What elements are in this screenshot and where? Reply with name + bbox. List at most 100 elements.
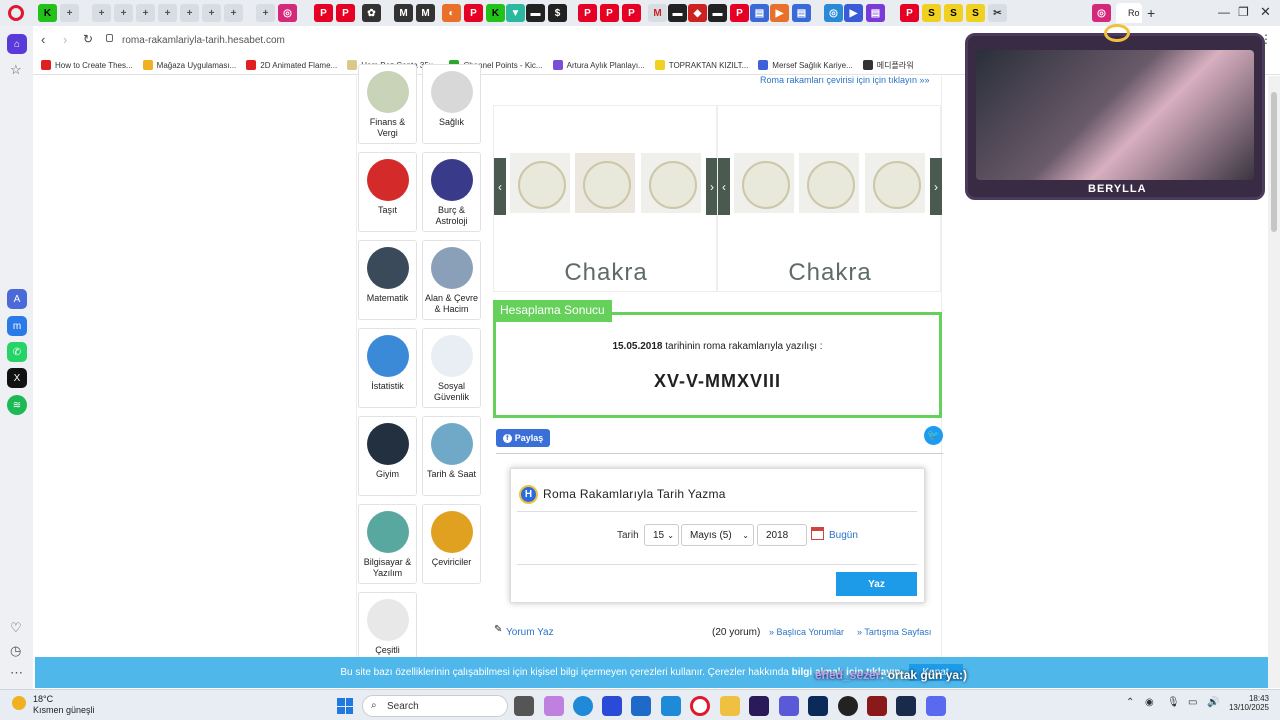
monitor-icon[interactable] <box>661 696 681 716</box>
tab-generic[interactable]: ✂ <box>988 4 1007 22</box>
ad-banner[interactable]: ‹ › Chakra <box>717 105 942 292</box>
tab-generic[interactable]: S <box>966 4 985 22</box>
tab-generic[interactable]: + <box>136 4 155 22</box>
tab-generic[interactable]: ▶ <box>844 4 863 22</box>
tab-generic[interactable]: ▤ <box>750 4 769 22</box>
minimize-button[interactable]: — <box>1218 5 1230 19</box>
bookmark-item[interactable]: 메디플라워 <box>862 60 914 71</box>
bookmark-item[interactable]: How to Create Thes... <box>41 60 133 70</box>
tray-chevron-icon[interactable]: ⌃ <box>1126 697 1134 708</box>
forward-button[interactable]: › <box>63 32 67 47</box>
tab-generic[interactable]: ▶ <box>770 4 789 22</box>
category-tile[interactable]: Bilgisayar & Yazılım <box>358 504 417 584</box>
day-select[interactable]: 15 ⌄ <box>644 524 679 546</box>
tab-generic[interactable]: + <box>202 4 221 22</box>
bookmark-item[interactable]: 2D Animated Flame... <box>246 60 337 70</box>
more-icon[interactable]: ⋯ <box>10 665 23 681</box>
obs-icon[interactable] <box>838 696 858 716</box>
bookmark-item[interactable]: Artura Aylık Planlayı... <box>552 60 645 70</box>
store-icon[interactable] <box>602 696 622 716</box>
tab-generic[interactable]: + <box>256 4 275 22</box>
category-tile[interactable]: Burç & Astroloji <box>422 152 481 232</box>
tab-generic[interactable]: ▤ <box>792 4 811 22</box>
tab-generic[interactable]: M <box>394 4 413 22</box>
discord-icon[interactable] <box>926 696 946 716</box>
tab-generic[interactable]: ▤ <box>866 4 885 22</box>
tab-generic[interactable]: ◎ <box>824 4 843 22</box>
tab-generic[interactable]: M <box>416 4 435 22</box>
tab-generic[interactable]: ◐ <box>442 4 461 22</box>
heart-icon[interactable]: ♡ <box>10 620 22 636</box>
home-icon[interactable]: ⌂ <box>7 34 27 54</box>
tab-kick[interactable]: K <box>38 4 57 22</box>
steam-icon[interactable] <box>896 696 916 716</box>
tab-pinterest[interactable]: P <box>336 4 355 22</box>
volume-icon[interactable]: 🔊 <box>1207 697 1219 708</box>
messenger-icon[interactable]: m <box>7 316 27 336</box>
star-icon[interactable]: ☆ <box>10 62 22 78</box>
tab-generic[interactable]: + <box>114 4 133 22</box>
top-comments-link[interactable]: » Başlıca Yorumlar <box>769 627 844 637</box>
new-tab-button[interactable]: + <box>1147 5 1155 21</box>
category-tile[interactable]: Sosyal Güvenlik <box>422 328 481 408</box>
tab-generic[interactable]: S <box>944 4 963 22</box>
tab-kick[interactable]: K <box>486 4 505 22</box>
app-icon[interactable]: A <box>7 289 27 309</box>
after-effects-icon[interactable] <box>749 696 769 716</box>
tab-generic[interactable]: ▬ <box>708 4 727 22</box>
tab-generic[interactable]: ▬ <box>668 4 687 22</box>
roman-converter-link[interactable]: Roma rakamları çevirisi için için tıklay… <box>760 75 950 85</box>
tab-generic[interactable]: P <box>464 4 483 22</box>
tab-generic[interactable]: $ <box>548 4 567 22</box>
file-explorer-icon[interactable] <box>720 696 740 716</box>
microphone-icon[interactable]: 🎙 <box>1167 697 1180 708</box>
history-icon[interactable]: ◷ <box>10 643 21 659</box>
tab-generic[interactable]: ▬ <box>526 4 545 22</box>
year-input[interactable]: 2018 <box>757 524 807 546</box>
tab-generic[interactable]: S <box>922 4 941 22</box>
reload-button[interactable]: ↻ <box>83 32 93 46</box>
today-link[interactable]: Bugün <box>829 530 858 541</box>
facebook-share-button[interactable]: f Paylaş <box>496 429 550 447</box>
tab-pinterest[interactable]: P <box>600 4 619 22</box>
tab-generic[interactable]: ✿ <box>362 4 381 22</box>
month-select[interactable]: Mayıs (5) ⌄ <box>681 524 754 546</box>
maximize-button[interactable]: ❐ <box>1238 5 1249 19</box>
calendar-icon[interactable] <box>811 527 824 540</box>
category-tile[interactable]: Sağlık <box>422 64 481 144</box>
tab-pinterest[interactable]: P <box>622 4 641 22</box>
tab-generic[interactable]: M <box>648 4 667 22</box>
category-tile[interactable]: İstatistik <box>358 328 417 408</box>
address-bar[interactable]: roma-rakamlariyla-tarih.hesabet.com <box>104 30 964 50</box>
bookmark-item[interactable]: TOPRAKTAN KIZILT... <box>654 60 748 70</box>
ad-banner[interactable]: ‹ › Chakra <box>493 105 718 292</box>
teams-icon[interactable] <box>779 696 799 716</box>
tab-generic[interactable]: + <box>60 4 79 22</box>
close-window-button[interactable]: ✕ <box>1260 4 1271 20</box>
taskbar-search[interactable]: ⌕ Search <box>362 695 508 717</box>
opera-icon[interactable] <box>690 696 710 716</box>
tab-pinterest[interactable]: P <box>578 4 597 22</box>
twitter-share-icon[interactable]: 🐦 <box>924 426 943 445</box>
tab-generic[interactable]: + <box>158 4 177 22</box>
ad-next-arrow-icon[interactable]: › <box>930 158 942 215</box>
category-tile[interactable]: Çeviriciler <box>422 504 481 584</box>
back-button[interactable]: ‹ <box>41 32 45 47</box>
photoshop-icon[interactable] <box>808 696 828 716</box>
bookmark-item[interactable]: Mağaza Uygulaması... <box>142 60 236 70</box>
app-icon[interactable] <box>867 696 887 716</box>
whatsapp-icon[interactable]: ✆ <box>7 342 27 362</box>
edge-icon[interactable] <box>573 696 593 716</box>
active-tab[interactable]: Ro <box>1116 3 1142 23</box>
category-tile[interactable]: Matematik <box>358 240 417 320</box>
network-icon[interactable]: ▭ <box>1188 697 1197 708</box>
scrollbar-thumb[interactable] <box>1271 92 1277 232</box>
bookmark-item[interactable]: Mersef Sağlık Kariye... <box>758 60 853 70</box>
taskview-icon[interactable] <box>514 696 534 716</box>
clock[interactable]: 18:43 13/10/2025 <box>1225 694 1269 712</box>
ad-prev-arrow-icon[interactable]: ‹ <box>494 158 506 215</box>
tab-generic[interactable]: + <box>92 4 111 22</box>
category-tile[interactable]: Alan & Çevre & Hacim <box>422 240 481 320</box>
write-comment-link[interactable]: Yorum Yaz <box>506 627 554 638</box>
page-scrollbar[interactable] <box>1268 76 1280 688</box>
